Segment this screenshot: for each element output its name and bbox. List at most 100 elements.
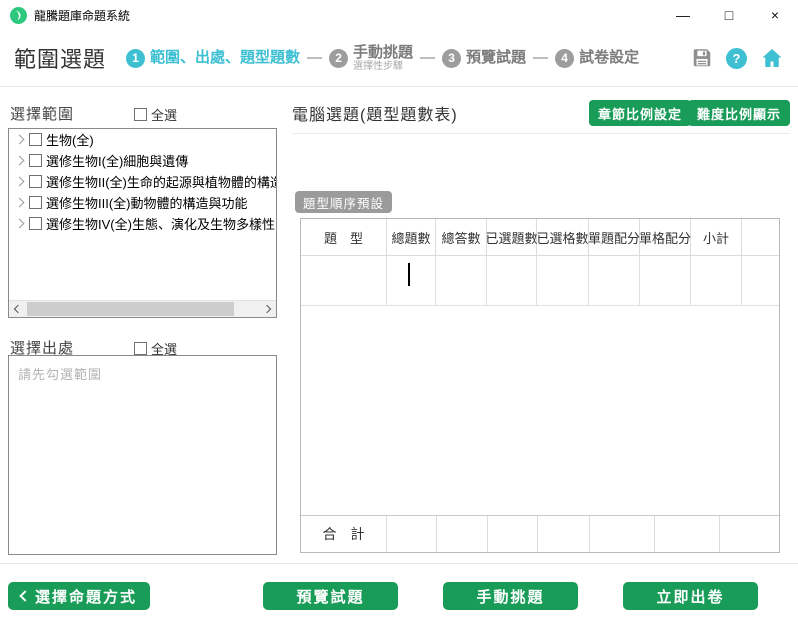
minimize-icon[interactable]: — [660,0,706,30]
col-header-points-per-blank: 單格配分 [639,219,691,256]
col-header-points-per-question: 單題配分 [588,219,640,256]
step-3-preview[interactable]: 3 預覽試題 [442,48,527,68]
source-placeholder: 請先勾選範圍 [18,367,103,382]
step-wizard: 1 範圍、出處、題型題數 2 手動挑題 選擇性步驟 3 預覽試題 4 試卷設定 [126,43,640,72]
tree-item-label: 生物(全) [46,133,94,148]
expand-chevron-icon[interactable] [14,155,25,166]
expand-chevron-icon[interactable] [14,218,25,229]
tree-item-label: 選修生物II(全)生命的起源與植物體的構造 [46,175,276,190]
table-empty-area [301,306,779,515]
tree-item-elective-bio-3[interactable]: 選修生物III(全)動物體的構造與功能 [9,192,276,213]
app-title: 龍騰題庫命題系統 [34,8,131,23]
total-cell [437,516,488,552]
scroll-right-icon[interactable] [262,304,272,314]
maximize-icon[interactable]: □ [706,0,752,30]
table-row[interactable] [301,256,779,306]
back-to-mode-button[interactable]: 選擇命題方式 [8,582,150,610]
step-3-label: 預覽試題 [466,49,527,66]
home-icon[interactable] [760,46,784,70]
cell-points-per-blank[interactable] [640,256,691,306]
tree-item-biology-all[interactable]: 生物(全) [9,129,276,150]
tree-item-checkbox[interactable] [29,217,42,230]
tree-item-checkbox[interactable] [29,196,42,209]
scroll-left-icon[interactable] [13,304,23,314]
total-cell [538,516,590,552]
cell-empty[interactable] [742,256,779,306]
tree-item-label: 選修生物I(全)細胞與遺傳 [46,154,189,169]
range-select-all-checkbox[interactable] [134,108,147,121]
source-list: 請先勾選範圍 [8,355,277,555]
computer-selection-title: 電腦選題(題型題數表) [292,107,458,124]
preview-questions-button[interactable]: 預覽試題 [263,582,398,610]
step-2-manual-pick[interactable]: 2 手動挑題 選擇性步驟 [329,43,414,72]
step-4-badge: 4 [555,48,575,68]
cell-points-per-question[interactable] [589,256,640,306]
tree-item-checkbox[interactable] [29,133,42,146]
footer-separator [0,563,798,564]
col-header-subtotal: 小計 [691,219,742,256]
window-titlebar: 龍騰題庫命題系統 — □ × [0,0,798,30]
question-order-preset-button[interactable]: 題型順序預設 [295,191,393,213]
range-select-all[interactable]: 全選 [134,105,177,124]
col-header-empty [742,219,779,256]
tree-item-elective-bio-1[interactable]: 選修生物I(全)細胞與遺傳 [9,150,276,171]
expand-chevron-icon[interactable] [14,134,25,145]
col-header-question-type: 題 型 [301,219,387,256]
source-select-all-checkbox[interactable] [134,342,147,355]
chevron-left-icon [19,590,31,602]
range-select-all-label: 全選 [151,108,178,123]
col-header-total-answers: 總答數 [436,219,487,256]
step-1-range[interactable]: 1 範圍、出處、題型題數 [126,48,301,68]
step-3-badge: 3 [442,48,462,68]
header-icons: ? [691,46,784,70]
tree-item-label: 選修生物IV(全)生態、演化及生物多樣性 [46,217,275,232]
step-4-label: 試卷設定 [579,49,640,66]
expand-chevron-icon[interactable] [14,197,25,208]
range-section-title: 選擇範圍 [10,106,75,123]
question-type-table: 題 型 總題數 總答數 已選題數 已選格數 單題配分 單格配分 小計 合 計 [300,218,780,553]
cell-subtotal[interactable] [691,256,742,306]
step-connector [420,57,436,59]
cell-total-questions[interactable] [387,256,436,306]
step-2-badge: 2 [329,48,349,68]
back-button-label: 選擇命題方式 [34,588,137,606]
save-icon[interactable] [691,47,713,69]
generate-paper-button[interactable]: 立即出卷 [623,582,758,610]
expand-chevron-icon[interactable] [14,176,25,187]
tree-item-elective-bio-2[interactable]: 選修生物II(全)生命的起源與植物體的構造 [9,171,276,192]
horizontal-scrollbar[interactable] [9,300,276,317]
range-tree: 生物(全) 選修生物I(全)細胞與遺傳 選修生物II(全)生命的起源與植物體的構… [8,128,277,318]
chapter-ratio-button[interactable]: 章節比例設定 [589,100,692,126]
total-cell [720,516,779,552]
total-cell [655,516,720,552]
tree-item-checkbox[interactable] [29,154,42,167]
header: 範圍選題 1 範圍、出處、題型題數 2 手動挑題 選擇性步驟 3 預覽試題 4 … [0,30,798,87]
tree-item-elective-bio-4[interactable]: 選修生物IV(全)生態、演化及生物多樣性 [9,213,276,234]
scrollbar-thumb[interactable] [27,302,234,316]
step-2-label: 手動挑題 [353,43,414,61]
main-separator [292,133,790,134]
total-label: 合 計 [301,516,387,552]
col-header-selected-questions: 已選題數 [486,219,538,256]
tree-item-checkbox[interactable] [29,175,42,188]
total-cell [590,516,655,552]
cell-question-type[interactable] [301,256,387,306]
cell-selected-questions[interactable] [487,256,537,306]
manual-pick-button[interactable]: 手動挑題 [443,582,578,610]
difficulty-ratio-button[interactable]: 難度比例顯示 [688,100,791,126]
text-caret [408,263,410,286]
help-icon[interactable]: ? [726,47,747,69]
step-1-label: 範圍、出處、題型題數 [150,49,301,66]
step-2-sublabel: 選擇性步驟 [353,60,404,72]
col-header-total-questions: 總題數 [387,219,436,256]
col-header-selected-blanks: 已選格數 [537,219,589,256]
total-cell [488,516,538,552]
app-logo-icon [10,6,27,24]
cell-selected-blanks[interactable] [537,256,589,306]
step-4-paper-setup[interactable]: 4 試卷設定 [555,48,640,68]
table-total-row: 合 計 [301,515,779,552]
cell-total-answers[interactable] [436,256,487,306]
step-1-badge: 1 [126,48,146,68]
close-icon[interactable]: × [752,0,798,30]
step-connector [533,57,549,59]
